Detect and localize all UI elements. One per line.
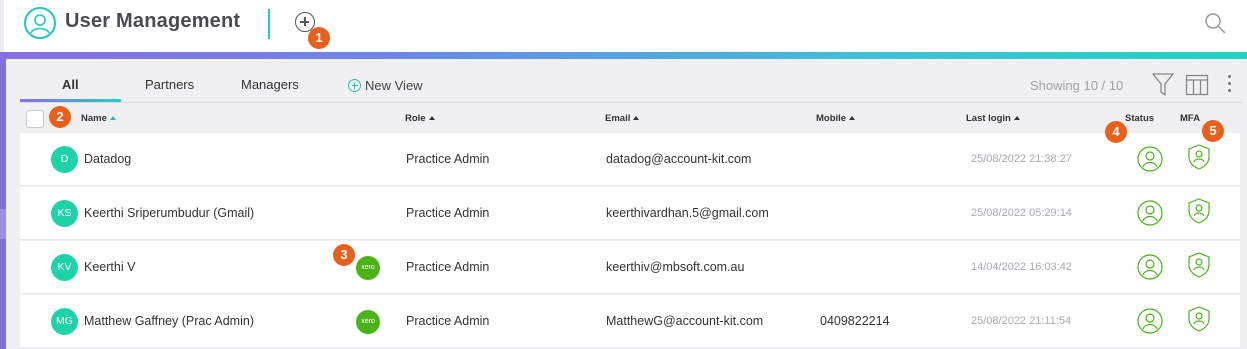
annotation-badge-2: 2 [49, 106, 71, 128]
user-status-icon[interactable] [1137, 308, 1163, 334]
user-status-icon[interactable] [1137, 200, 1163, 226]
column-header-mobile-label: Mobile [816, 113, 847, 124]
column-header-email-label: Email [605, 113, 631, 124]
plus-circle-icon [348, 79, 361, 92]
more-vertical-icon[interactable] [1225, 75, 1233, 95]
column-header-status: Status [1125, 113, 1155, 124]
user-name: Keerthi V [84, 260, 136, 274]
user-role: Practice Admin [406, 206, 490, 220]
annotation-badge-5: 5 [1202, 120, 1224, 142]
annotation-badge-4: 4 [1105, 121, 1127, 143]
top-bar: User Management [0, 0, 1247, 52]
column-header-last-login-label: Last login [966, 113, 1011, 124]
sort-arrow-icon [428, 116, 435, 120]
user-role: Practice Admin [406, 314, 490, 328]
table-row[interactable]: D Datadog Practice Admin datadog@account… [20, 133, 1240, 186]
column-header-last-login[interactable]: Last login [966, 113, 1020, 124]
last-login: 25/08/2022 21:11:54 [971, 315, 1072, 327]
user-email: datadog@account-kit.com [606, 152, 752, 166]
shield-user-icon[interactable] [1187, 198, 1211, 224]
select-all-checkbox[interactable] [26, 110, 44, 128]
xero-logo: xero [356, 310, 380, 334]
column-header-mobile[interactable]: Mobile [816, 113, 856, 124]
user-role: Practice Admin [406, 260, 490, 274]
column-header-email[interactable]: Email [605, 113, 640, 124]
tabs-divider [20, 102, 1242, 103]
user-name: Keerthi Sriperumbudur (Gmail) [84, 206, 255, 220]
column-header-mfa: MFA [1180, 113, 1201, 124]
last-login: 25/08/2022 05:29:14 [971, 207, 1072, 219]
avatar: KV [51, 254, 78, 281]
tab-managers[interactable]: Managers [241, 77, 299, 92]
avatar: KS [51, 200, 78, 227]
last-login: 14/04/2022 16:03:42 [971, 261, 1072, 273]
user-role: Practice Admin [406, 152, 490, 166]
xero-logo: xero [356, 256, 380, 280]
search-icon[interactable] [1203, 11, 1227, 35]
column-header-role[interactable]: Role [405, 113, 435, 124]
new-view-button[interactable]: New View [348, 78, 423, 93]
user-name: Matthew Gaffney (Prac Admin) [84, 314, 254, 328]
shield-user-icon[interactable] [1187, 144, 1211, 170]
tab-partners[interactable]: Partners [145, 77, 194, 92]
filter-icon[interactable] [1151, 72, 1175, 98]
sort-arrow-icon [1013, 116, 1020, 120]
header-gradient-bar [0, 52, 1247, 59]
avatar: MG [51, 308, 78, 335]
table-row[interactable]: MG Matthew Gaffney (Prac Admin) xero Pra… [20, 295, 1240, 348]
column-header-name[interactable]: Name [81, 113, 116, 124]
sort-arrow-icon [633, 116, 640, 120]
avatar: D [51, 146, 78, 173]
user-email: MatthewG@account-kit.com [606, 314, 764, 328]
shield-user-icon[interactable] [1187, 252, 1211, 278]
tab-all[interactable]: All [62, 77, 79, 92]
column-header-role-label: Role [405, 113, 426, 124]
columns-icon[interactable] [1185, 73, 1209, 97]
user-email: keerthivardhan.5@gmail.com [606, 206, 769, 220]
table-row[interactable]: KS Keerthi Sriperumbudur (Gmail) Practic… [20, 187, 1240, 240]
annotation-badge-3: 3 [333, 244, 355, 266]
last-login: 25/08/2022 21:38:27 [971, 153, 1072, 165]
user-mobile: 0409822214 [820, 314, 890, 328]
user-status-icon[interactable] [1137, 146, 1163, 172]
showing-count: Showing 10 / 10 [1030, 78, 1124, 93]
annotation-badge-1: 1 [308, 27, 330, 49]
sort-arrow-icon [109, 116, 116, 120]
user-email: keerthiv@mbsoft.com.au [606, 260, 745, 274]
user-circle-icon [24, 7, 56, 39]
user-name: Datadog [84, 152, 132, 166]
table-row[interactable]: KV Keerthi V xero Practice Admin keerthi… [20, 241, 1240, 294]
column-header-name-label: Name [81, 113, 107, 124]
title-divider [268, 9, 270, 39]
user-status-icon[interactable] [1137, 254, 1163, 280]
new-view-label: New View [365, 78, 423, 93]
page-title: User Management [65, 10, 241, 32]
sort-arrow-icon [849, 116, 856, 120]
shield-user-icon[interactable] [1187, 306, 1211, 332]
